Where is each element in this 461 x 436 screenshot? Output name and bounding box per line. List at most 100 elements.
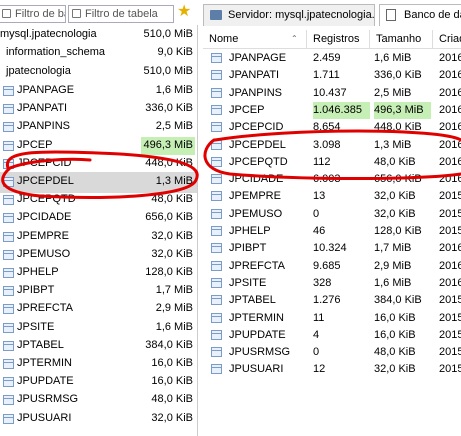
database-tree[interactable]: mysql.jpatecnologia 510,0 MiB informatio…	[0, 25, 198, 436]
tree-table-label: JPSITE	[17, 320, 55, 333]
tree-table-size: 448,0 KiB	[145, 156, 193, 169]
tree-database[interactable]: information_schema 9,0 KiB	[0, 43, 197, 64]
column-header-records[interactable]: Registros	[307, 30, 370, 49]
table-icon	[3, 359, 14, 369]
cell-name: JPANPATI	[229, 69, 280, 82]
table-row[interactable]: JPCEPCID 8.654 448,0 KiB 2016	[203, 119, 461, 136]
table-icon	[211, 53, 222, 63]
cell-created: 2015	[439, 225, 461, 237]
table-row[interactable]: JPUPDATE 4 16,0 KiB 2015	[203, 327, 461, 344]
cell-created: 2015	[439, 294, 461, 307]
cell-size: 1,6 MiB	[374, 52, 412, 64]
table-icon	[3, 122, 14, 133]
cell-size: 32,0 KiB	[374, 207, 416, 220]
cell-records: 2.459	[313, 52, 341, 64]
table-row[interactable]: JPANPINS 10.437 2,5 MiB 2016	[203, 85, 461, 102]
star-icon[interactable]: ★	[177, 3, 191, 21]
table-row[interactable]: JPTABEL 1.276 384,0 KiB 2015	[203, 292, 461, 309]
table-icon	[211, 156, 222, 167]
tab-server[interactable]: Servidor: mysql.jpatecnologia...	[203, 4, 375, 26]
table-row[interactable]: JPCEP 1.046.385 496,3 MiB 2016	[203, 101, 461, 119]
table-row[interactable]: JPUSUARI 12 32,0 KiB 2015	[203, 361, 461, 378]
table-icon	[211, 329, 222, 340]
tree-table-label: JPTABEL	[17, 338, 64, 351]
cell-name: JPUSUARI	[229, 363, 284, 376]
tree-table-label: JPEMUSO	[17, 247, 71, 260]
table-row[interactable]: JPIBPT 10.324 1,7 MiB 2016	[203, 240, 461, 257]
column-header-created[interactable]: Criad	[433, 30, 461, 49]
table-icon	[3, 340, 14, 351]
table-icon	[211, 277, 222, 288]
database-filter-input[interactable]: Filtro de banco de	[0, 5, 66, 23]
table-row[interactable]: JPUSRMSG 0 48,0 KiB 2015	[203, 344, 461, 361]
cell-records: 4	[313, 328, 320, 341]
tree-table-label: JPCEPCID	[17, 156, 72, 169]
tree-table-size: 2,9 MiB	[155, 302, 193, 315]
cell-size: 336,0 KiB	[374, 69, 422, 82]
table-icon	[211, 191, 222, 202]
cell-records: 10.324	[313, 242, 347, 255]
cell-name: JPCEPDEL	[229, 138, 286, 151]
cell-records: 11	[313, 311, 325, 324]
table-row[interactable]: JPHELP 46 128,0 KiB 2015	[203, 223, 461, 240]
tree-table-label: JPCEP	[17, 138, 53, 151]
cell-name: JPCIDADE	[229, 173, 284, 186]
table-row[interactable]: JPEMUSO 0 32,0 KiB 2015	[203, 206, 461, 223]
tree-table-size: 16,0 KiB	[151, 357, 193, 369]
cell-name: JPTERMIN	[229, 311, 284, 324]
cell-size: 2,5 MiB	[374, 86, 412, 99]
cell-created: 2016	[439, 86, 461, 99]
column-header-size[interactable]: Tamanho	[370, 30, 433, 49]
table-icon	[3, 213, 14, 224]
cell-created: 2015	[439, 363, 461, 376]
cell-name: JPANPINS	[229, 86, 282, 99]
tree-table-label: JPIBPT	[17, 284, 55, 297]
table-row[interactable]: JPEMPRE 13 32,0 KiB 2015	[203, 188, 461, 205]
cell-created: 2015	[439, 346, 461, 359]
cell-name: JPEMPRE	[229, 190, 281, 203]
cell-created: 2016	[439, 155, 461, 168]
table-row[interactable]: JPCEPDEL 3.098 1,3 MiB 2016	[203, 137, 461, 154]
table-row[interactable]: JPREFCTA 9.685 2,9 MiB 2016	[203, 258, 461, 275]
cell-size: 384,0 KiB	[374, 294, 422, 307]
tree-database[interactable]: jpatecnologia 510,0 MiB	[0, 62, 197, 83]
table-icon	[211, 70, 222, 81]
table-icon	[211, 347, 222, 358]
cell-size: 128,0 KiB	[374, 225, 422, 237]
table-row[interactable]: JPANPATI 1.711 336,0 KiB 2016	[203, 67, 461, 84]
tree-table-item[interactable]: JPUSUARI 32,0 KiB	[0, 409, 197, 430]
cell-created: 2015	[439, 190, 461, 203]
cell-name: JPANPAGE	[229, 52, 287, 64]
cell-records: 6.003	[313, 173, 341, 186]
tab-database[interactable]: Banco de dados	[379, 4, 461, 26]
cell-created: 2016	[439, 259, 461, 272]
cell-records: 1.711	[313, 69, 340, 82]
table-row[interactable]: JPSITE 328 1,6 MiB 2016	[203, 275, 461, 292]
cell-created: 2016	[439, 173, 461, 186]
cell-name: JPCEPCID	[229, 121, 284, 134]
table-icon	[211, 364, 222, 375]
tree-table-label: JPANPATI	[17, 102, 68, 115]
table-row[interactable]: JPCEPQTD 112 48,0 KiB 2016	[203, 154, 461, 171]
table-grid[interactable]: Nome ⌃ Registros Tamanho Criad JPANPAGE 2…	[203, 30, 461, 436]
cell-created: 2016	[439, 69, 461, 82]
table-icon	[211, 174, 222, 185]
cell-name: JPCEP	[229, 103, 265, 116]
table-row[interactable]: JPCIDADE 6.003 656,0 KiB 2016	[203, 171, 461, 188]
column-header-name[interactable]: Nome ⌃	[203, 30, 307, 49]
tree-table-size: 1,3 MiB	[155, 175, 193, 187]
tree-table-size: 128,0 KiB	[145, 266, 193, 278]
table-row[interactable]: JPANPAGE 2.459 1,6 MiB 2016	[203, 50, 461, 67]
table-filter-input[interactable]: Filtro de tabela	[68, 5, 174, 23]
filter-icon	[2, 9, 11, 18]
cell-size: 1,7 MiB	[374, 242, 412, 255]
cell-created: 2016	[439, 103, 461, 116]
cell-size: 32,0 KiB	[374, 363, 416, 376]
cell-created: 2015	[439, 311, 461, 324]
cell-created: 2015	[439, 207, 461, 220]
table-row[interactable]: JPTERMIN 11 16,0 KiB 2015	[203, 310, 461, 327]
table-icon	[211, 312, 222, 323]
cell-created: 2015	[439, 328, 461, 341]
table-icon	[211, 139, 222, 150]
table-icon	[211, 208, 222, 219]
